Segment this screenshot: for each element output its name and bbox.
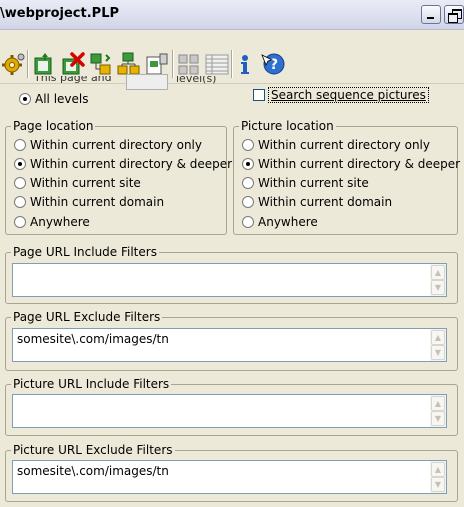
picture-location-option[interactable]: Anywhere [242,215,318,229]
detail-view-icon[interactable] [204,51,230,77]
picture-location-option[interactable]: Within current directory only [242,138,430,152]
search-sequence-checkbox[interactable]: Search sequence pictures [253,87,429,103]
page-exclude-filters-input[interactable]: somesite\.com/images/tn ▲ ▼ [12,328,447,362]
scroll-up-icon[interactable]: ▲ [431,462,445,477]
vertical-scrollbar[interactable]: ▲ ▼ [430,264,446,296]
radio-dot [242,216,254,228]
page-location-title: Page location [11,119,96,133]
radio-dot [242,158,254,170]
scroll-down-icon[interactable]: ▼ [431,477,445,492]
radio-dot [14,139,26,151]
radio-dot [14,216,26,228]
scroll-up-icon[interactable]: ▲ [431,396,445,411]
gear-icon[interactable] [0,51,26,77]
option-label: Within current site [258,176,369,190]
radio-dot [14,158,26,170]
radio-dot [242,139,254,151]
help-icon[interactable]: ? [260,51,286,77]
picture-location-title: Picture location [239,119,336,133]
option-label: Anywhere [30,215,90,229]
thumbnail-view-icon[interactable] [176,51,202,77]
this-page-and-label: This page and [34,76,112,84]
scroll-up-icon[interactable]: ▲ [431,265,445,280]
radio-dot [14,196,26,208]
vertical-scrollbar[interactable]: ▲ ▼ [430,395,446,427]
tree-add-icon[interactable] [88,51,114,77]
vertical-scrollbar[interactable]: ▲ ▼ [430,461,446,493]
page-location-group: Page location Within current directory o… [5,119,232,235]
filter-value: somesite\.com/images/tn [17,464,169,478]
option-label: Within current domain [30,195,165,209]
all-levels-radio[interactable]: All levels [19,92,88,106]
minimize-button[interactable] [421,5,441,24]
picture-location-option[interactable]: Within current domain [242,195,392,209]
picture-exclude-filters-input[interactable]: somesite\.com/images/tn ▲ ▼ [12,460,447,494]
radio-dot [242,196,254,208]
page-location-option[interactable]: Within current site [14,176,141,190]
toolbar-separator [27,50,29,78]
option-label: Within current directory only [258,138,430,152]
option-label: Within current directory only [30,138,202,152]
scroll-down-icon[interactable]: ▼ [431,411,445,426]
picture-exclude-filters-title: Picture URL Exclude Filters [11,443,175,457]
page-location-option[interactable]: Anywhere [14,215,90,229]
option-label: Within current domain [258,195,393,209]
search-sequence-label: Search sequence pictures [268,87,429,103]
option-label: Within current site [30,176,141,190]
radio-dot [242,177,254,189]
page-include-filters-group: Page URL Include Filters ▲ ▼ [5,245,458,304]
page-location-option[interactable]: Within current directory & deeper [14,157,232,171]
picture-exclude-filters-group: Picture URL Exclude Filters somesite\.co… [5,443,458,502]
info-icon[interactable] [232,51,258,77]
levels-suffix-label: level(s) [176,76,217,85]
picture-location-group: Picture location Within current director… [233,119,460,235]
delete-page-icon[interactable] [60,51,86,77]
filter-value: somesite\.com/images/tn [17,332,169,346]
page-include-filters-title: Page URL Include Filters [11,245,159,259]
radio-dot [19,93,31,105]
scroll-up-icon[interactable]: ▲ [431,330,445,345]
picture-include-filters-input[interactable]: ▲ ▼ [12,394,447,428]
option-label: Anywhere [258,215,318,229]
picture-include-filters-title: Picture URL Include Filters [11,377,172,391]
levels-count-field[interactable] [126,74,168,90]
option-label: Within current directory & deeper [30,157,233,171]
restore-button[interactable] [444,5,464,24]
checkbox-box [253,89,265,101]
page-location-option[interactable]: Within current directory only [14,138,202,152]
page-include-filters-input[interactable]: ▲ ▼ [12,263,447,297]
scroll-down-icon[interactable]: ▼ [431,345,445,360]
option-label: Within current directory & deeper [258,157,461,171]
radio-dot [14,177,26,189]
picture-include-filters-group: Picture URL Include Filters ▲ ▼ [5,377,458,436]
scroll-down-icon[interactable]: ▼ [431,280,445,295]
all-levels-label: All levels [35,92,89,106]
window-title: \webproject.PLP [0,6,119,21]
picture-location-option[interactable]: Within current directory & deeper [242,157,460,171]
page-exclude-filters-group: Page URL Exclude Filters somesite\.com/i… [5,310,458,371]
page-exclude-filters-title: Page URL Exclude Filters [11,310,163,324]
toolbar-separator [172,50,174,78]
picture-location-option[interactable]: Within current site [242,176,369,190]
page-location-option[interactable]: Within current domain [14,195,164,209]
vertical-scrollbar[interactable]: ▲ ▼ [430,329,446,361]
add-page-icon[interactable] [32,51,58,77]
title-bar: \webproject.PLP [0,0,464,30]
